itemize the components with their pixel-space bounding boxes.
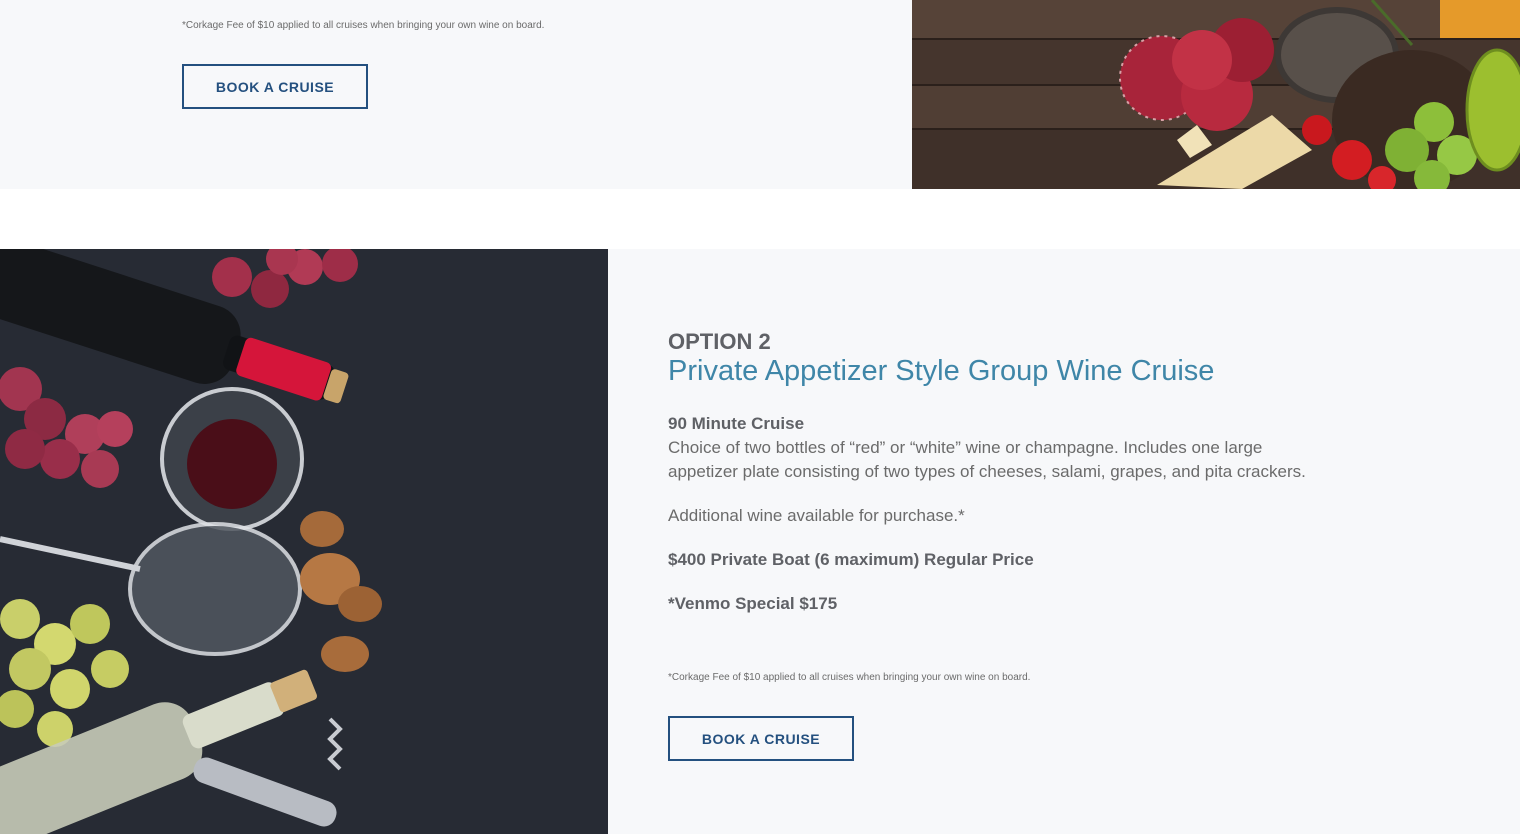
option2-regular-price: $400 Private Boat (6 maximum) Regular Pr… (668, 550, 1034, 569)
option2-content: 90 Minute Cruise Choice of two bottles o… (668, 412, 1318, 616)
option2-corkage-note: *Corkage Fee of $10 applied to all cruis… (668, 672, 1031, 683)
option1-corkage-note: *Corkage Fee of $10 applied to all cruis… (182, 20, 545, 31)
option2-book-cruise-button[interactable]: BOOK A CRUISE (668, 716, 854, 761)
option2-label: OPTION 2 (668, 329, 771, 354)
option1-book-cruise-button[interactable]: BOOK A CRUISE (182, 64, 368, 109)
charcuterie-illustration (912, 0, 1520, 189)
option2-additional-wine: Additional wine available for purchase.* (668, 506, 965, 525)
wine-flatlay-photo (0, 249, 608, 834)
option2-section: OPTION 2 Private Appetizer Style Group W… (0, 249, 1520, 834)
option1-section: *Corkage Fee of $10 applied to all cruis… (0, 0, 1520, 189)
option2-title: Private Appetizer Style Group Wine Cruis… (668, 355, 1215, 387)
charcuterie-photo (912, 0, 1520, 189)
option2-duration: 90 Minute Cruise (668, 414, 805, 433)
wine-flatlay-illustration (0, 249, 608, 834)
option2-description: Choice of two bottles of “red” or “white… (668, 438, 1306, 481)
option2-venmo-special: *Venmo Special $175 (668, 594, 838, 613)
